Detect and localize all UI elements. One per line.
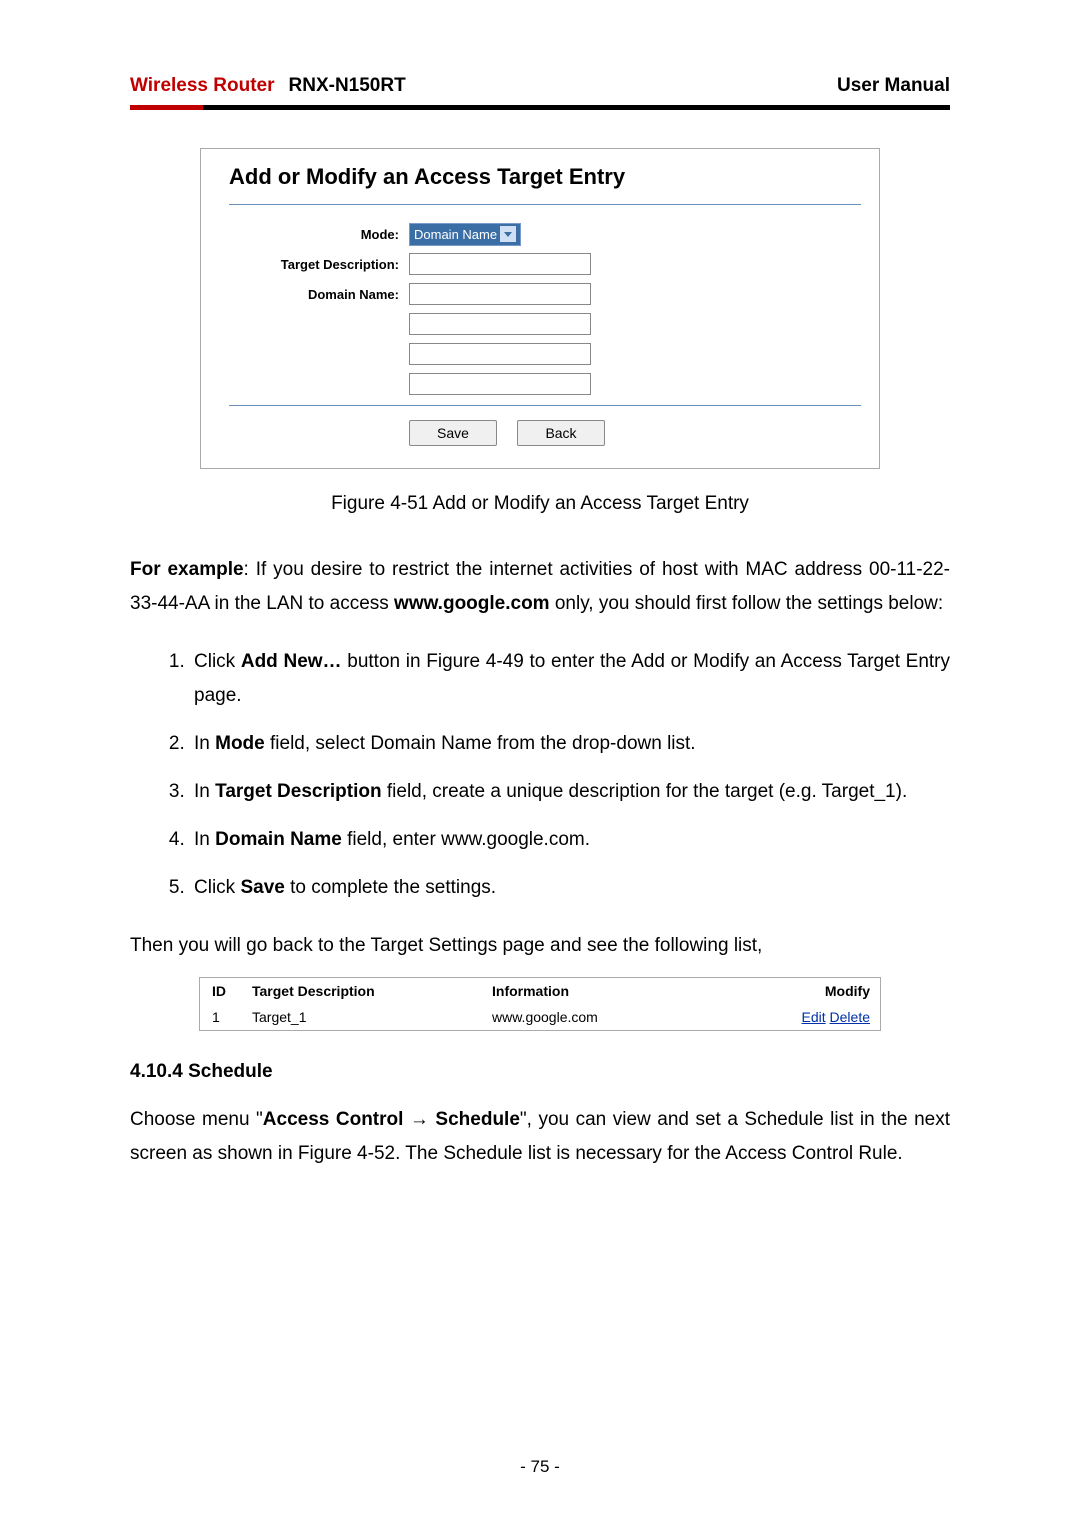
cell-id: 1 [200, 1009, 252, 1025]
step-text: In [194, 781, 215, 802]
list-item: In Domain Name field, enter www.google.c… [190, 823, 950, 857]
step-bold: Add New… [241, 651, 342, 672]
back-button[interactable]: Back [517, 420, 605, 446]
cell-info: www.google.com [492, 1009, 762, 1025]
target-desc-row: Target Description: [229, 249, 861, 279]
step-text: Click [194, 877, 240, 898]
step-text: field, select Domain Name from the drop-… [265, 733, 696, 754]
target-desc-input[interactable] [409, 253, 591, 275]
col-mod: Modify [762, 983, 880, 999]
user-manual-label: User Manual [837, 75, 950, 97]
page-number: - 75 - [0, 1457, 1080, 1477]
domain-name-row: Domain Name: [229, 279, 861, 309]
cell-desc: Target_1 [252, 1009, 492, 1025]
list-item: Click Save to complete the settings. [190, 871, 950, 905]
list-item: In Target Description field, create a un… [190, 775, 950, 809]
schedule-menu-path: Access Control → Schedule [263, 1109, 520, 1130]
domain-name-label: Domain Name: [229, 287, 409, 302]
step-bold: Mode [215, 733, 265, 754]
step-text: field, enter www.google.com. [342, 829, 590, 850]
domain-name-row-2 [229, 309, 861, 339]
cell-mod: Edit Delete [762, 1009, 880, 1025]
chevron-down-icon [500, 226, 516, 242]
step-text: field, create a unique description for t… [382, 781, 908, 802]
example-text-2: only, you should first follow the settin… [550, 593, 944, 614]
step-bold: Target Description [215, 781, 381, 802]
figure-box: Add or Modify an Access Target Entry Mod… [200, 148, 880, 469]
after-steps-text: Then you will go back to the Target Sett… [130, 929, 950, 963]
edit-link[interactable]: Edit [802, 1009, 826, 1025]
section-title: Schedule [188, 1061, 272, 1082]
for-example-bold: For example [130, 559, 244, 580]
step-text: Click [194, 651, 241, 672]
example-url: www.google.com [394, 593, 550, 614]
list-item: Click Add New… button in Figure 4-49 to … [190, 645, 950, 713]
step-text: to complete the settings. [285, 877, 496, 898]
col-info: Information [492, 983, 762, 999]
schedule-text-1: Choose menu " [130, 1109, 263, 1130]
domain-name-input-4[interactable] [409, 373, 591, 395]
model: RNX-N150RT [289, 75, 406, 97]
table-header: ID Target Description Information Modify [200, 978, 880, 1004]
list-item: In Mode field, select Domain Name from t… [190, 727, 950, 761]
domain-name-row-4 [229, 369, 861, 399]
domain-name-input-2[interactable] [409, 313, 591, 335]
instruction-list: Click Add New… button in Figure 4-49 to … [130, 645, 950, 905]
brand: Wireless Router [130, 75, 275, 97]
schedule-paragraph: Choose menu "Access Control → Schedule",… [130, 1103, 950, 1171]
step-bold: Domain Name [215, 829, 342, 850]
step-bold: Save [240, 877, 284, 898]
table-row: 1 Target_1 www.google.com Edit Delete [200, 1004, 880, 1030]
col-id: ID [200, 983, 252, 999]
section-heading: 4.10.4 Schedule [130, 1061, 950, 1083]
page-header: Wireless Router RNX-N150RT User Manual [130, 75, 950, 105]
target-table: ID Target Description Information Modify… [199, 977, 881, 1031]
figure-title: Add or Modify an Access Target Entry [229, 164, 861, 190]
target-desc-label: Target Description: [229, 257, 409, 272]
domain-name-input-3[interactable] [409, 343, 591, 365]
domain-name-row-3 [229, 339, 861, 369]
step-text: In [194, 829, 215, 850]
separator [229, 405, 861, 406]
col-desc: Target Description [252, 983, 492, 999]
mode-select-value: Domain Name [414, 227, 497, 242]
header-rule [130, 105, 950, 110]
mode-select[interactable]: Domain Name [409, 223, 521, 246]
separator [229, 204, 861, 205]
mode-label: Mode: [229, 227, 409, 242]
delete-link[interactable]: Delete [830, 1009, 870, 1025]
button-row: Save Back [229, 420, 861, 446]
domain-name-input-1[interactable] [409, 283, 591, 305]
section-number: 4.10.4 [130, 1061, 188, 1082]
step-text: In [194, 733, 215, 754]
example-paragraph: For example: If you desire to restrict t… [130, 553, 950, 621]
save-button[interactable]: Save [409, 420, 497, 446]
figure-caption: Figure 4-51 Add or Modify an Access Targ… [130, 493, 950, 515]
mode-row: Mode: Domain Name [229, 219, 861, 249]
